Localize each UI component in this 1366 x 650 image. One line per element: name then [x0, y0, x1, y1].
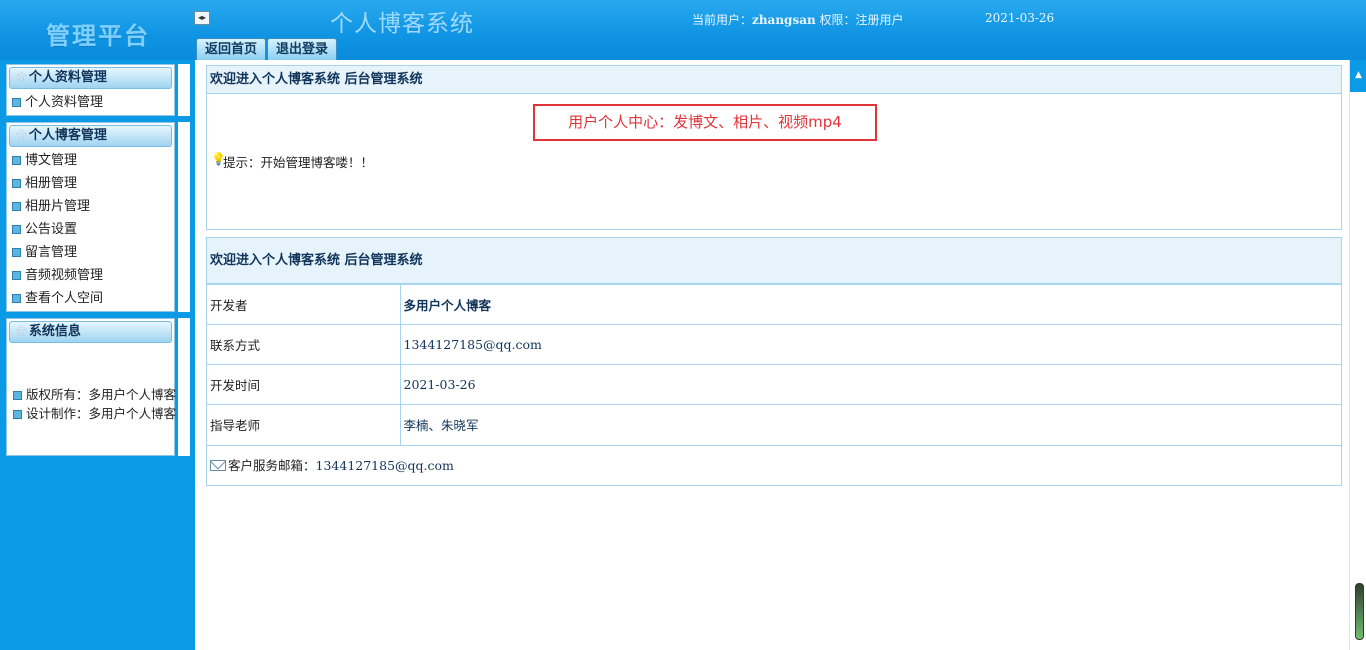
welcome-box: 欢迎进入个人博客系统 后台管理系统 用户个人中心：发博文、相片、视频mp4 💡提… [206, 65, 1342, 230]
envelope-icon [210, 459, 226, 471]
panel-side-bar [178, 122, 190, 312]
sidebar-item-label: 公告设置 [25, 222, 78, 237]
username: zhangsan [752, 13, 816, 27]
row-value: 1344127185@qq.com [400, 324, 1341, 365]
sidebar-item-view-space[interactable]: 查看个人空间 [7, 287, 174, 310]
service-email-row: 客户服务邮箱：1344127185@qq.com [207, 444, 1341, 485]
square-bullet-icon [12, 271, 21, 280]
sidebar-item-messages[interactable]: 留言管理 [7, 241, 174, 264]
current-user-info: 当前用户：zhangsan 权限：注册用户 [692, 11, 904, 28]
info-table: 开发者 多用户个人博客 联系方式 1344127185@qq.com 开发时间 … [207, 284, 1341, 445]
sidebar-item-label: 博文管理 [25, 153, 78, 168]
row-value: 2021-03-26 [400, 364, 1341, 405]
star-icon: ✩ [16, 128, 27, 143]
square-bullet-icon [12, 225, 21, 234]
sidebar-item-announcements[interactable]: 公告设置 [7, 218, 174, 241]
copyright-text: 版权所有：多用户个人博客 [7, 385, 177, 404]
top-header: 管理平台 ◂▸ 个人博客系统 当前用户：zhangsan 权限：注册用户 202… [0, 0, 1366, 60]
sidebar-item-label: 相册片管理 [25, 199, 91, 214]
section-title: 系统信息 [28, 324, 81, 339]
table-row: 开发时间 2021-03-26 [207, 364, 1341, 405]
sidebar-item-label: 相册管理 [25, 176, 78, 191]
tab-logout[interactable]: 退出登录 [267, 38, 338, 60]
service-email-value: 1344127185@qq.com [315, 457, 454, 473]
section-title: 个人博客管理 [28, 128, 107, 143]
sidebar-item-label: 留言管理 [25, 245, 78, 260]
table-row: 开发者 多用户个人博客 [207, 284, 1341, 325]
square-bullet-icon [12, 294, 21, 303]
hint-text: 💡提示：开始管理博客喽！！ [211, 152, 373, 171]
role-prefix: 权限： [815, 13, 856, 27]
row-label: 联系方式 [207, 324, 401, 365]
table-row: 指导老师 李楠、朱晓军 [207, 404, 1341, 445]
sidebar-item-media[interactable]: 音频视频管理 [7, 264, 174, 287]
vertical-scrollbar[interactable]: ▲ [1349, 60, 1366, 650]
tab-return-home[interactable]: 返回首页 [196, 38, 267, 60]
design-credit-text: 设计制作：多用户个人博客 [7, 404, 177, 423]
sidebar-section-sysinfo: ✩ 系统信息 版权所有：多用户个人博客 设计制作：多用户个人博客 [6, 318, 177, 456]
scroll-up-arrow-icon[interactable]: ▲ [1350, 60, 1366, 92]
copyright-label: 版权所有：多用户个人博客 [26, 387, 177, 402]
welcome-box-title: 欢迎进入个人博客系统 后台管理系统 [207, 66, 1341, 94]
row-value: 多用户个人博客 [400, 284, 1341, 325]
sidebar-section-blog: ✩ 个人博客管理 博文管理 相册管理 相册片管理 公告设置 留言管理 音频视频管理… [6, 122, 175, 312]
square-bullet-icon [13, 391, 22, 400]
info-box: 欢迎进入个人博客系统 后台管理系统 开发者 多用户个人博客 联系方式 13441… [206, 237, 1342, 486]
sidebar-section-profile: ✩ 个人资料管理 个人资料管理 [6, 64, 175, 116]
sidebar-item-albums[interactable]: 相册管理 [7, 172, 174, 195]
table-row: 联系方式 1344127185@qq.com [207, 324, 1341, 365]
row-label: 开发时间 [207, 364, 401, 405]
sidebar-section-header[interactable]: ✩ 个人资料管理 [9, 67, 172, 89]
row-label: 开发者 [207, 284, 401, 325]
hint-label: 提示：开始管理博客喽！！ [223, 155, 374, 170]
square-bullet-icon [12, 156, 21, 165]
sidebar-toggle-icon[interactable]: ◂▸ [194, 11, 210, 25]
sidebar-item-label: 查看个人空间 [25, 291, 104, 306]
square-bullet-icon [12, 248, 21, 257]
section-title: 个人资料管理 [28, 70, 107, 85]
row-value: 李楠、朱晓军 [400, 404, 1341, 445]
user-role: 注册用户 [855, 13, 904, 27]
user-center-notice: 用户个人中心：发博文、相片、视频mp4 [533, 104, 877, 141]
panel-side-bar [178, 318, 190, 456]
sidebar-item-label: 音频视频管理 [25, 268, 104, 283]
row-label: 指导老师 [207, 404, 401, 445]
system-title: 个人博客系统 [330, 11, 474, 37]
sidebar-item-label: 个人资料管理 [25, 95, 104, 110]
current-date: 2021-03-26 [985, 11, 1055, 25]
sidebar-item-profile[interactable]: 个人资料管理 [7, 91, 174, 114]
sidebar-item-posts[interactable]: 博文管理 [7, 149, 174, 172]
user-prefix: 当前用户： [692, 13, 753, 27]
scroll-thumb[interactable] [1355, 583, 1364, 640]
sidebar: ✩ 个人资料管理 个人资料管理 ✩ 个人博客管理 博文管理 相册管理 相册片管理 公… [0, 60, 195, 650]
info-box-title: 欢迎进入个人博客系统 后台管理系统 [207, 238, 1341, 284]
square-bullet-icon [12, 98, 21, 107]
lightbulb-icon: 💡 [211, 152, 226, 166]
sidebar-section-header[interactable]: ✩ 个人博客管理 [9, 125, 172, 147]
service-email-label: 客户服务邮箱： [228, 457, 316, 473]
platform-logo: 管理平台 [46, 21, 150, 50]
design-credit-label: 设计制作：多用户个人博客 [26, 406, 177, 421]
square-bullet-icon [12, 202, 21, 211]
star-icon: ✩ [16, 70, 27, 85]
square-bullet-icon [12, 179, 21, 188]
panel-side-bar [178, 64, 190, 116]
square-bullet-icon [13, 410, 22, 419]
sidebar-item-photos[interactable]: 相册片管理 [7, 195, 174, 218]
star-icon: ✩ [16, 324, 27, 339]
sidebar-section-header[interactable]: ✩ 系统信息 [9, 321, 172, 343]
